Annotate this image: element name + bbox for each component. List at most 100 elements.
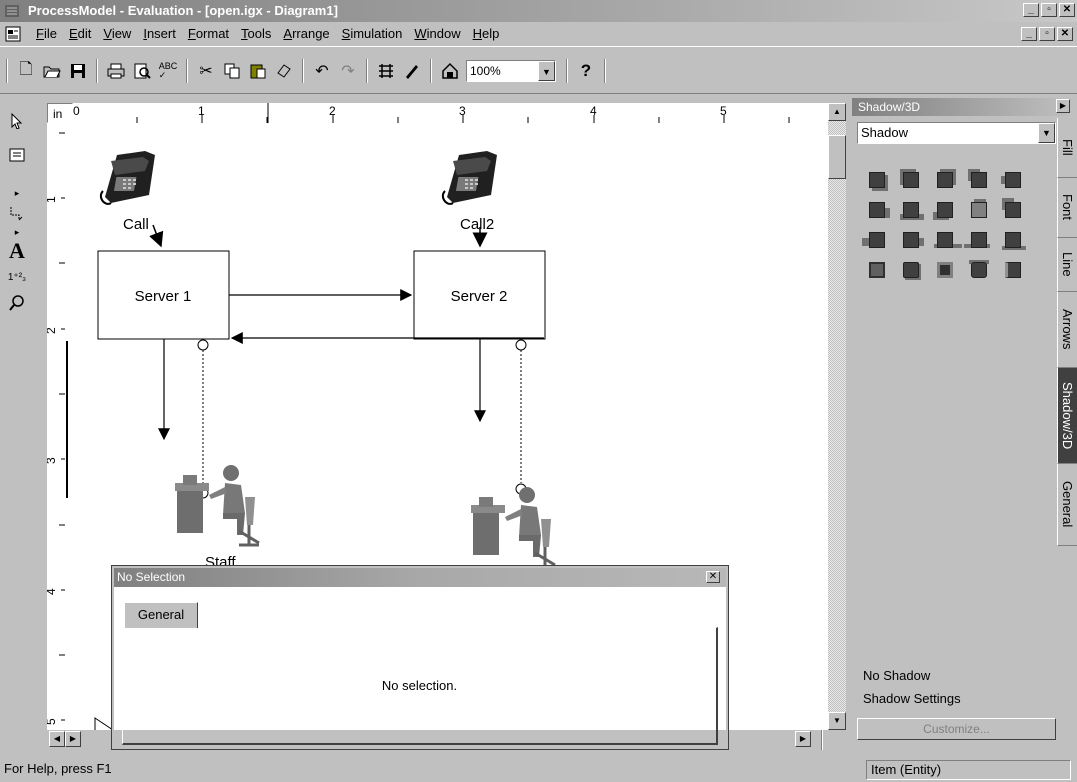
customize-button[interactable]: Customize... bbox=[857, 718, 1056, 740]
call-phone-icon[interactable] bbox=[99, 150, 156, 205]
menu-window[interactable]: Window bbox=[408, 22, 466, 46]
shadow-style-swatch[interactable] bbox=[964, 226, 998, 256]
shadow-style-swatch[interactable] bbox=[862, 196, 896, 226]
menu-insert[interactable]: Insert bbox=[137, 22, 182, 46]
pencil-icon[interactable] bbox=[400, 59, 424, 83]
close-icon[interactable]: ✕ bbox=[706, 571, 720, 583]
expand-arrow-icon[interactable]: ▸ bbox=[4, 226, 30, 238]
shadow-style-swatch[interactable] bbox=[862, 166, 896, 196]
undo-icon[interactable]: ↶ bbox=[310, 59, 334, 83]
3d-style-swatch[interactable] bbox=[930, 256, 964, 286]
shadow-settings-label[interactable]: Shadow Settings bbox=[863, 691, 961, 706]
3d-style-swatch[interactable] bbox=[964, 256, 998, 286]
save-icon[interactable] bbox=[66, 59, 90, 83]
scroll-left-icon[interactable]: ◀ bbox=[49, 731, 65, 747]
scroll-thumb[interactable] bbox=[828, 135, 846, 179]
connector-tool-icon[interactable] bbox=[4, 200, 30, 226]
menu-tools[interactable]: Tools bbox=[235, 22, 277, 46]
v-ruler-label: 3 bbox=[47, 457, 58, 464]
expand-arrow-icon[interactable]: ▸ bbox=[4, 186, 30, 200]
paste-icon[interactable] bbox=[246, 59, 270, 83]
zoom-select[interactable]: 100% ▼ bbox=[466, 60, 556, 82]
format-painter-icon[interactable] bbox=[272, 59, 296, 83]
new-file-icon[interactable]: 🗋 bbox=[14, 59, 38, 83]
numbering-tool-icon[interactable]: 1⁺²₃ bbox=[4, 264, 30, 290]
properties-icon[interactable] bbox=[438, 59, 462, 83]
shadow-style-grid bbox=[862, 166, 1032, 286]
spellcheck-icon[interactable]: ABC ✓ bbox=[156, 59, 180, 83]
print-icon[interactable] bbox=[104, 59, 128, 83]
scroll-up-icon[interactable]: ▲ bbox=[828, 103, 846, 121]
zoom-value: 100% bbox=[470, 64, 501, 78]
simulate-icon[interactable] bbox=[374, 59, 398, 83]
v-ruler-label: 2 bbox=[47, 327, 58, 334]
3d-style-swatch[interactable] bbox=[998, 256, 1032, 286]
menu-format[interactable]: Format bbox=[182, 22, 235, 46]
menu-view[interactable]: View bbox=[97, 22, 137, 46]
redo-icon[interactable]: ↷ bbox=[336, 59, 360, 83]
shadow-style-swatch[interactable] bbox=[930, 166, 964, 196]
staff2-resource-icon[interactable] bbox=[469, 485, 557, 569]
scroll-right-icon[interactable]: ▶ bbox=[65, 731, 81, 747]
zoom-tool-icon[interactable] bbox=[4, 290, 30, 316]
dialog-title-bar[interactable]: No Selection ✕ bbox=[114, 568, 726, 587]
3d-style-swatch[interactable] bbox=[896, 256, 930, 286]
shadow-style-swatch[interactable] bbox=[896, 196, 930, 226]
shape-tool-icon[interactable] bbox=[4, 142, 30, 168]
call2-phone-icon[interactable] bbox=[441, 150, 498, 205]
menu-simulation[interactable]: Simulation bbox=[336, 22, 409, 46]
doc-minimize-button[interactable]: _ bbox=[1021, 27, 1037, 41]
server2-activity[interactable]: Server 2 bbox=[413, 250, 546, 340]
no-shadow-label[interactable]: No Shadow bbox=[863, 668, 930, 683]
chevron-down-icon[interactable]: ▼ bbox=[538, 61, 555, 81]
print-preview-icon[interactable] bbox=[130, 59, 154, 83]
chevron-down-icon[interactable]: ▼ bbox=[1038, 123, 1055, 143]
shadow-style-swatch[interactable] bbox=[998, 226, 1032, 256]
doc-close-button[interactable]: ✕ bbox=[1057, 27, 1073, 41]
copy-icon[interactable] bbox=[220, 59, 244, 83]
tab-fill[interactable]: Fill bbox=[1057, 118, 1077, 178]
3d-style-swatch[interactable] bbox=[862, 256, 896, 286]
tab-general[interactable]: General bbox=[124, 602, 198, 628]
tab-font[interactable]: Font bbox=[1057, 178, 1077, 238]
shadow-style-swatch[interactable] bbox=[998, 166, 1032, 196]
shadow-style-swatch[interactable] bbox=[964, 166, 998, 196]
vertical-scrollbar[interactable]: ▲ ▼ bbox=[828, 103, 846, 730]
menu-arrange[interactable]: Arrange bbox=[277, 22, 335, 46]
maximize-button[interactable]: ▫ bbox=[1041, 3, 1057, 17]
toolbox: ▸ ▸ A 1⁺²₃ bbox=[4, 108, 32, 366]
shadow-style-swatch[interactable] bbox=[930, 196, 964, 226]
panel-vertical-tabs: Fill Font Line Arrows Shadow/3D General bbox=[1057, 118, 1077, 546]
shadow-style-swatch[interactable] bbox=[896, 166, 930, 196]
menu-help[interactable]: Help bbox=[467, 22, 506, 46]
panel-expand-icon[interactable]: ▶ bbox=[1056, 99, 1070, 113]
tab-shadow-3d[interactable]: Shadow/3D bbox=[1057, 368, 1077, 464]
tab-general[interactable]: General bbox=[1057, 464, 1077, 546]
shadow-style-swatch[interactable] bbox=[896, 226, 930, 256]
cut-icon[interactable]: ✂ bbox=[194, 59, 218, 83]
close-button[interactable]: ✕ bbox=[1059, 3, 1075, 17]
open-folder-icon[interactable] bbox=[40, 59, 64, 83]
scroll-right-end-icon[interactable]: ▶ bbox=[795, 731, 811, 747]
minimize-button[interactable]: _ bbox=[1023, 3, 1039, 17]
scroll-down-icon[interactable]: ▼ bbox=[828, 712, 846, 730]
help-button[interactable]: ? bbox=[574, 59, 598, 83]
shadow-style-swatch[interactable] bbox=[862, 226, 896, 256]
pointer-tool-icon[interactable] bbox=[4, 108, 30, 134]
shadow-style-swatch[interactable] bbox=[930, 226, 964, 256]
v-ruler-label: 1 bbox=[47, 196, 58, 203]
shadow-type-select[interactable]: Shadow ▼ bbox=[857, 122, 1056, 144]
menu-file[interactable]: File bbox=[30, 22, 63, 46]
call-label: Call bbox=[123, 216, 149, 233]
staff-resource-icon[interactable] bbox=[173, 463, 261, 547]
tab-arrows[interactable]: Arrows bbox=[1057, 292, 1077, 368]
doc-restore-button[interactable]: ▫ bbox=[1039, 27, 1055, 41]
document-icon[interactable] bbox=[5, 26, 21, 42]
shadow-style-swatch[interactable] bbox=[964, 196, 998, 226]
shadow-style-swatch[interactable] bbox=[998, 196, 1032, 226]
text-tool-icon[interactable]: A bbox=[4, 238, 30, 264]
h-ruler-label: 5 bbox=[720, 104, 727, 118]
menu-edit[interactable]: Edit bbox=[63, 22, 97, 46]
server1-activity[interactable]: Server 1 bbox=[97, 250, 230, 340]
tab-line[interactable]: Line bbox=[1057, 238, 1077, 292]
